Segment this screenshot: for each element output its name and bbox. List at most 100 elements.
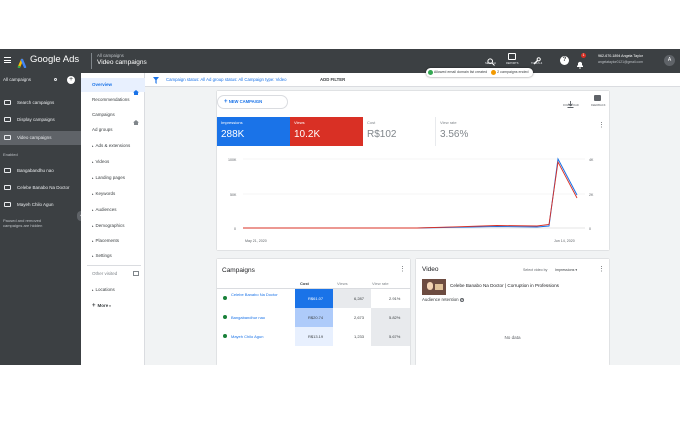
more-vert-icon[interactable] [54, 78, 57, 81]
page-menu: Overview Recommendations Campaigns Ad gr… [81, 73, 145, 365]
audience-retention-label: Audience retention ? [422, 297, 464, 302]
help-icon[interactable]: ? [459, 298, 464, 302]
nav-demographics[interactable]: ▸ Demographics [81, 219, 145, 233]
metric-value: R$102 [367, 129, 397, 140]
column-header[interactable]: View rate [372, 281, 389, 286]
more-vert-icon[interactable]: ⋮ [399, 265, 406, 273]
campaign-item[interactable]: Bangabandhu nao [0, 164, 81, 178]
nav-label: Settings [95, 253, 112, 258]
chevron-down-icon: ▾ [109, 304, 111, 308]
metric-view-rate[interactable]: View rate 3.56% [436, 117, 509, 146]
campaign-name[interactable]: Bangabandhur nao [231, 315, 265, 320]
more-vert-icon[interactable]: ⋮ [598, 122, 605, 130]
breadcrumb-current[interactable]: Video campaigns [97, 59, 147, 66]
expand-icon: ▸ [92, 288, 94, 292]
select-video-dropdown[interactable]: Impressions ▾ [555, 268, 577, 272]
video-campaigns-item[interactable]: Video campaigns [0, 131, 81, 145]
table-row[interactable]: Mayeh Chilo Agun R$13.19 1,233 5.67% [217, 327, 410, 346]
add-filter-button[interactable]: ADD FILTER [320, 73, 345, 87]
download-label[interactable]: DOWNLOAD [563, 104, 579, 107]
toast-email-domain[interactable]: Allowed email domain list created [434, 70, 487, 74]
account-id[interactable]: 962-670-1894 Angela Taylor [598, 54, 643, 58]
add-campaign-icon[interactable]: + [67, 76, 75, 84]
nav-placements[interactable]: ▸ Placements [81, 234, 145, 248]
rate-value: 2.91% [389, 296, 401, 301]
x-end-label: Jun 14, 2020 [554, 239, 575, 243]
nav-label: Ads & extensions [95, 143, 131, 148]
nav-label: More [97, 303, 109, 308]
filter-bar: Campaign status: All Ad group status: Al… [145, 73, 680, 87]
main-content: Campaign status: All Ad group status: Al… [145, 73, 680, 365]
success-icon [428, 69, 433, 75]
campaign-item[interactable]: Celebe Banabo Na Doctor [0, 181, 81, 195]
menu-icon[interactable] [4, 57, 11, 63]
account-email[interactable]: angelataylor0121@gmail.com [598, 60, 643, 64]
video-title[interactable]: Celebe Banabo Na Doctor | Corruption in … [450, 283, 606, 288]
nav-more[interactable]: + More▾ [81, 299, 145, 313]
metric-impressions[interactable]: Impressions 288K [217, 117, 290, 146]
nav-ads-extensions[interactable]: ▸ Ads & extensions [81, 139, 145, 153]
feedback-label[interactable]: FEEDBACK [591, 104, 606, 107]
toast-campaigns-ended[interactable]: 2 campaigns ended [497, 70, 528, 74]
expand-icon: ▸ [92, 192, 94, 196]
campaign-name[interactable]: Celebe Banabo Na Doctor [231, 292, 291, 297]
views-heat-cell [333, 289, 371, 308]
wrench-icon[interactable] [533, 52, 541, 65]
home-icon [133, 82, 139, 95]
overview-card: + NEW CAMPAIGN DOWNLOAD FEEDBACK Impress… [217, 91, 609, 250]
views-value: 1,233 [354, 334, 365, 339]
column-header[interactable]: Cost [300, 281, 309, 286]
performance-chart: 100K 50K 0 4K 2K 0 May 21, 2020 Jun 14, … [228, 157, 594, 243]
nav-keywords[interactable]: ▸ Keywords [81, 187, 145, 201]
tools-label[interactable]: TOOLS & [531, 62, 542, 65]
enabled-status-icon [223, 334, 227, 338]
nav-label: Audiences [95, 207, 117, 212]
select-value: Impressions [555, 268, 575, 272]
nav-label: Landing pages [95, 175, 126, 180]
nav-settings[interactable]: ▸ Settings [81, 249, 145, 263]
y-right-tick: 4K [589, 158, 594, 162]
filter-icon[interactable] [153, 76, 159, 84]
video-campaign-icon [4, 135, 11, 140]
avatar[interactable]: A [664, 55, 675, 66]
ads-window: Google Ads All campaigns Video campaigns… [0, 49, 680, 365]
display-campaigns-item[interactable]: Display campaigns [0, 113, 81, 127]
nav-ad-groups[interactable]: Ad groups [81, 123, 145, 137]
table-row[interactable]: Celebe Banabo Na Doctor R$61.07 6,287 2.… [217, 289, 410, 308]
metric-views[interactable]: Views 10.2K [290, 117, 363, 146]
table-row[interactable]: Bangabandhur nao R$20.74 2,673 5.82% [217, 308, 410, 327]
download-icon[interactable] [567, 95, 574, 108]
expand-icon: ▸ [92, 224, 94, 228]
nav-landing-pages[interactable]: ▸ Landing pages [81, 171, 145, 185]
cost-value: R$13.19 [308, 334, 324, 339]
nav-locations[interactable]: ▸ Locations [81, 283, 145, 297]
nav-recommendations[interactable]: Recommendations [81, 93, 145, 107]
column-header[interactable]: Views [337, 281, 348, 286]
divider [91, 53, 92, 69]
search-label[interactable]: SEARCH [485, 62, 496, 65]
video-thumbnail[interactable] [422, 279, 446, 295]
metric-value: 3.56% [440, 129, 469, 140]
search-campaigns-label: Search campaigns [17, 100, 55, 105]
notification-toasts: Allowed email domain list created 2 camp… [426, 68, 533, 77]
enabled-status-icon [223, 296, 227, 300]
search-icon[interactable] [487, 53, 495, 66]
reports-icon[interactable] [508, 53, 516, 60]
filter-chips[interactable]: Campaign status: All Ad group status: Al… [166, 73, 287, 87]
campaign-name[interactable]: Mayeh Chilo Agun [231, 334, 263, 339]
search-campaigns-item[interactable]: Search campaigns [0, 96, 81, 110]
nav-label: Videos [95, 159, 110, 164]
app-name: Google Ads [30, 54, 80, 65]
feedback-icon[interactable] [594, 95, 601, 101]
new-campaign-button[interactable]: + NEW CAMPAIGN [217, 95, 288, 109]
metric-cost[interactable]: Cost R$102 [363, 117, 436, 146]
breadcrumb-parent[interactable]: All campaigns [97, 53, 124, 58]
nav-audiences[interactable]: ▸ Audiences [81, 203, 145, 217]
home-icon [133, 112, 139, 125]
reports-label[interactable]: REPORTS [506, 62, 519, 65]
campaign-item[interactable]: Mayeh Chilo Agun [0, 198, 81, 212]
more-vert-icon[interactable]: ⋮ [598, 265, 605, 273]
nav-videos[interactable]: ▸ Videos [81, 155, 145, 169]
views-line [243, 160, 578, 229]
help-icon[interactable]: ? [560, 56, 569, 65]
